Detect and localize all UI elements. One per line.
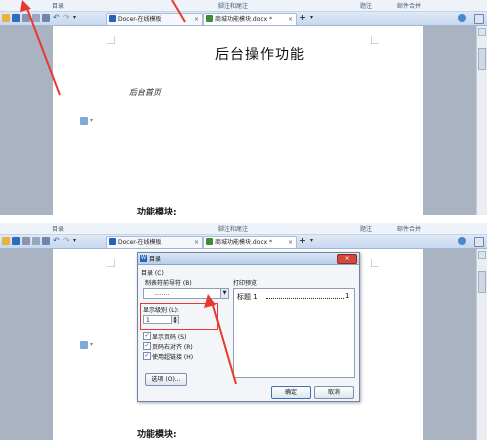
annotation-arrow — [20, 0, 61, 96]
annotation-arrow — [204, 294, 237, 385]
annotation-arrows — [20, 0, 237, 385]
annotation-arrow — [171, 0, 186, 23]
